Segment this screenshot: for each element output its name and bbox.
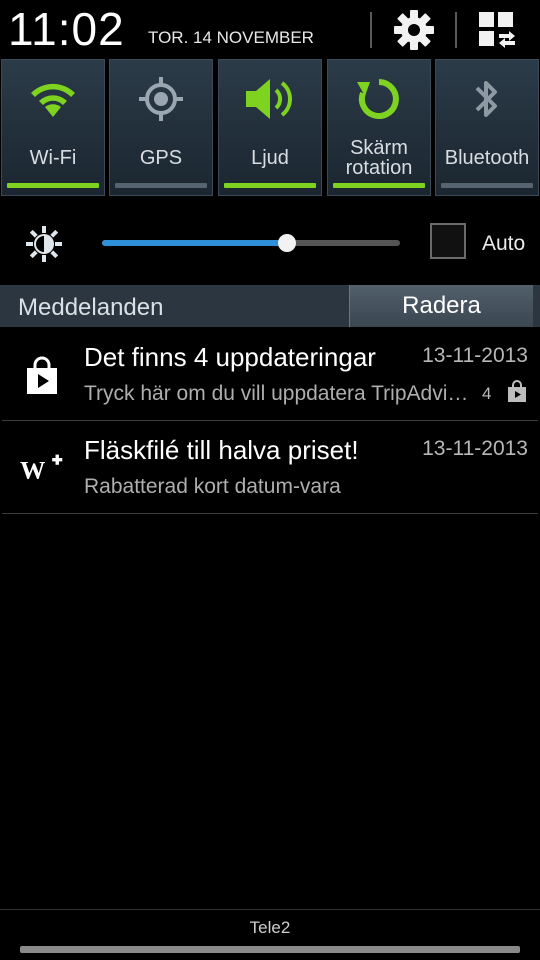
- toggle-sound[interactable]: Ljud: [218, 59, 322, 196]
- toggle-indicator: [115, 183, 207, 188]
- notification-title: Det finns 4 uppdateringar: [84, 342, 376, 372]
- notifications-title: Meddelanden: [18, 294, 164, 321]
- toggle-bluetooth[interactable]: Bluetooth: [435, 59, 539, 196]
- notification-date: 13-11-2013: [422, 344, 528, 367]
- toggle-label: Ljud: [251, 147, 289, 169]
- toggle-label: Wi-Fi: [29, 147, 77, 169]
- gps-icon: [139, 77, 183, 121]
- willys-plus-icon: W: [20, 454, 63, 484]
- notification-text: Rabatterad kort datum-vara: [84, 475, 341, 498]
- toggle-label: Bluetooth: [444, 147, 530, 169]
- brightness-slider-thumb[interactable]: [277, 234, 296, 252]
- brightness-icon: [26, 226, 62, 262]
- toggle-indicator: [224, 183, 316, 188]
- toggle-indicator: [441, 183, 533, 188]
- notification-item[interactable]: Det finns 4 uppdateringar 13-11-2013 Try…: [0, 328, 540, 420]
- play-store-icon: [27, 356, 57, 394]
- settings-button[interactable]: [390, 6, 438, 54]
- auto-brightness-label: Auto: [482, 232, 526, 255]
- clock: 11:02: [8, 3, 125, 55]
- toggle-indicator: [7, 183, 99, 188]
- auto-brightness-checkbox[interactable]: [430, 223, 466, 259]
- toggle-label-line2: rotation: [345, 157, 413, 179]
- shopping-bag-icon: [508, 380, 526, 402]
- notification-item[interactable]: W Fläskfilé till halva priset! 13-11-201…: [0, 421, 540, 513]
- date: TOR. 14 NOVEMBER: [148, 28, 314, 47]
- notification-count: 4: [482, 384, 492, 403]
- toggle-indicator: [333, 183, 425, 188]
- brightness-row: Auto: [0, 206, 540, 278]
- divider: [370, 12, 372, 48]
- toggle-gps[interactable]: GPS: [109, 59, 213, 196]
- notification-text: Tryck här om du vill uppdatera TripAdvis…: [84, 382, 474, 405]
- divider: [2, 513, 538, 514]
- grid-switch-icon: [479, 12, 515, 48]
- clear-button[interactable]: Radera: [349, 285, 533, 327]
- footer-divider: [0, 909, 540, 910]
- svg-text:W: W: [20, 456, 45, 484]
- panel-switch-button[interactable]: [474, 6, 522, 54]
- status-header: 11:02 TOR. 14 NOVEMBER: [0, 0, 540, 58]
- toggle-label-line1: Skärm: [350, 137, 408, 159]
- brightness-slider-fill: [102, 240, 287, 246]
- wifi-icon: [31, 83, 75, 117]
- carrier-label: Tele2: [249, 918, 291, 937]
- notification-date: 13-11-2013: [422, 437, 528, 460]
- quick-settings: Wi-Fi GPS Ljud Skärm rotation Bluetooth: [0, 58, 540, 198]
- divider: [455, 12, 457, 48]
- gear-icon: [394, 10, 434, 50]
- toggle-wifi[interactable]: Wi-Fi: [1, 59, 105, 196]
- drag-handle[interactable]: [20, 946, 520, 953]
- toggle-rotation[interactable]: Skärm rotation: [327, 59, 431, 196]
- notifications-header: Meddelanden Radera: [0, 285, 540, 327]
- notification-title: Fläskfilé till halva priset!: [84, 435, 359, 465]
- bluetooth-icon: [475, 81, 497, 117]
- toggle-label: GPS: [139, 147, 183, 169]
- notification-panel: 11:02 TOR. 14 NOVEMBER Wi-Fi GPS Ljud Sk…: [0, 0, 540, 960]
- sound-icon: [246, 79, 292, 119]
- brightness-slider[interactable]: [102, 234, 400, 252]
- rotation-icon: [357, 79, 399, 119]
